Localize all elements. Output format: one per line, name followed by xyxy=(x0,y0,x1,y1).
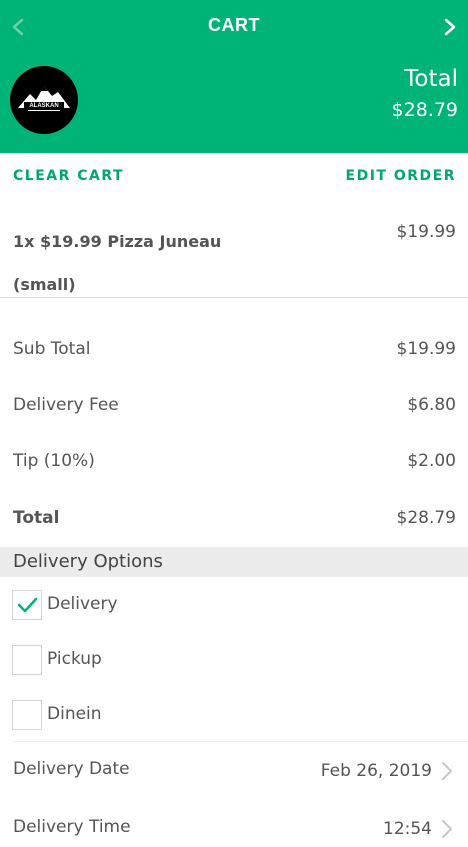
total-row: Total $28.79 xyxy=(0,508,468,538)
edit-order-button[interactable]: EDIT ORDER xyxy=(346,168,456,184)
clear-cart-button[interactable]: CLEAR CART xyxy=(13,168,124,184)
mountain-logo-icon: ALASKAN xyxy=(18,86,70,111)
dinein-checkbox[interactable] xyxy=(12,700,42,730)
subtotal-value: $19.99 xyxy=(396,339,456,359)
cart-item-price: $19.99 xyxy=(396,222,456,242)
dinein-option-label: Dinein xyxy=(47,704,102,724)
item-divider xyxy=(0,297,468,298)
delivery-fee-value: $6.80 xyxy=(407,395,456,415)
header-total-label: Total xyxy=(404,66,458,92)
page-title: CART xyxy=(208,15,260,35)
tip-row: Tip (10%) $2.00 xyxy=(0,451,468,481)
option-dinein[interactable]: Dinein xyxy=(0,700,468,732)
cart-item-line2: (small) xyxy=(13,275,76,294)
delivery-date-value: Feb 26, 2019 xyxy=(320,761,432,781)
option-pickup[interactable]: Pickup xyxy=(0,645,468,677)
tip-label: Tip (10%) xyxy=(13,451,95,471)
delivery-time-row[interactable]: Delivery Time 12:54 xyxy=(0,817,468,847)
delivery-date-label: Delivery Date xyxy=(13,759,130,779)
header-total-value: $28.79 xyxy=(391,99,458,121)
checkmark-icon xyxy=(17,597,38,613)
chevron-right-icon xyxy=(442,762,452,780)
option-delivery[interactable]: Delivery xyxy=(0,590,468,622)
delivery-time-value: 12:54 xyxy=(383,819,432,839)
tip-value: $2.00 xyxy=(407,451,456,471)
delivery-option-label: Delivery xyxy=(47,594,118,614)
pickup-option-label: Pickup xyxy=(47,649,102,669)
total-value: $28.79 xyxy=(396,508,456,528)
pickup-checkbox[interactable] xyxy=(12,645,42,675)
cart-actions: CLEAR CART EDIT ORDER xyxy=(0,166,468,190)
delivery-checkbox[interactable] xyxy=(12,590,42,620)
total-label: Total xyxy=(13,508,60,528)
forward-chevron-icon[interactable] xyxy=(438,12,460,42)
subtotal-label: Sub Total xyxy=(13,339,91,359)
logo-text: ALASKAN xyxy=(29,103,58,109)
delivery-fee-label: Delivery Fee xyxy=(13,395,119,415)
delivery-time-label: Delivery Time xyxy=(13,817,131,837)
delivery-options-header: Delivery Options xyxy=(0,547,468,577)
cart-item-line1: 1x $19.99 Pizza Juneau xyxy=(13,232,222,251)
options-divider xyxy=(12,741,468,742)
restaurant-logo: ALASKAN xyxy=(10,66,78,134)
chevron-right-icon xyxy=(442,820,452,838)
delivery-options-title: Delivery Options xyxy=(13,551,163,572)
cart-header: CART ALASKAN Total $28.79 xyxy=(0,0,468,153)
delivery-date-row[interactable]: Delivery Date Feb 26, 2019 xyxy=(0,759,468,789)
subtotal-row: Sub Total $19.99 xyxy=(0,339,468,369)
cart-item-name: 1x $19.99 Pizza Juneau (small) xyxy=(13,220,253,306)
delivery-fee-row: Delivery Fee $6.80 xyxy=(0,395,468,425)
